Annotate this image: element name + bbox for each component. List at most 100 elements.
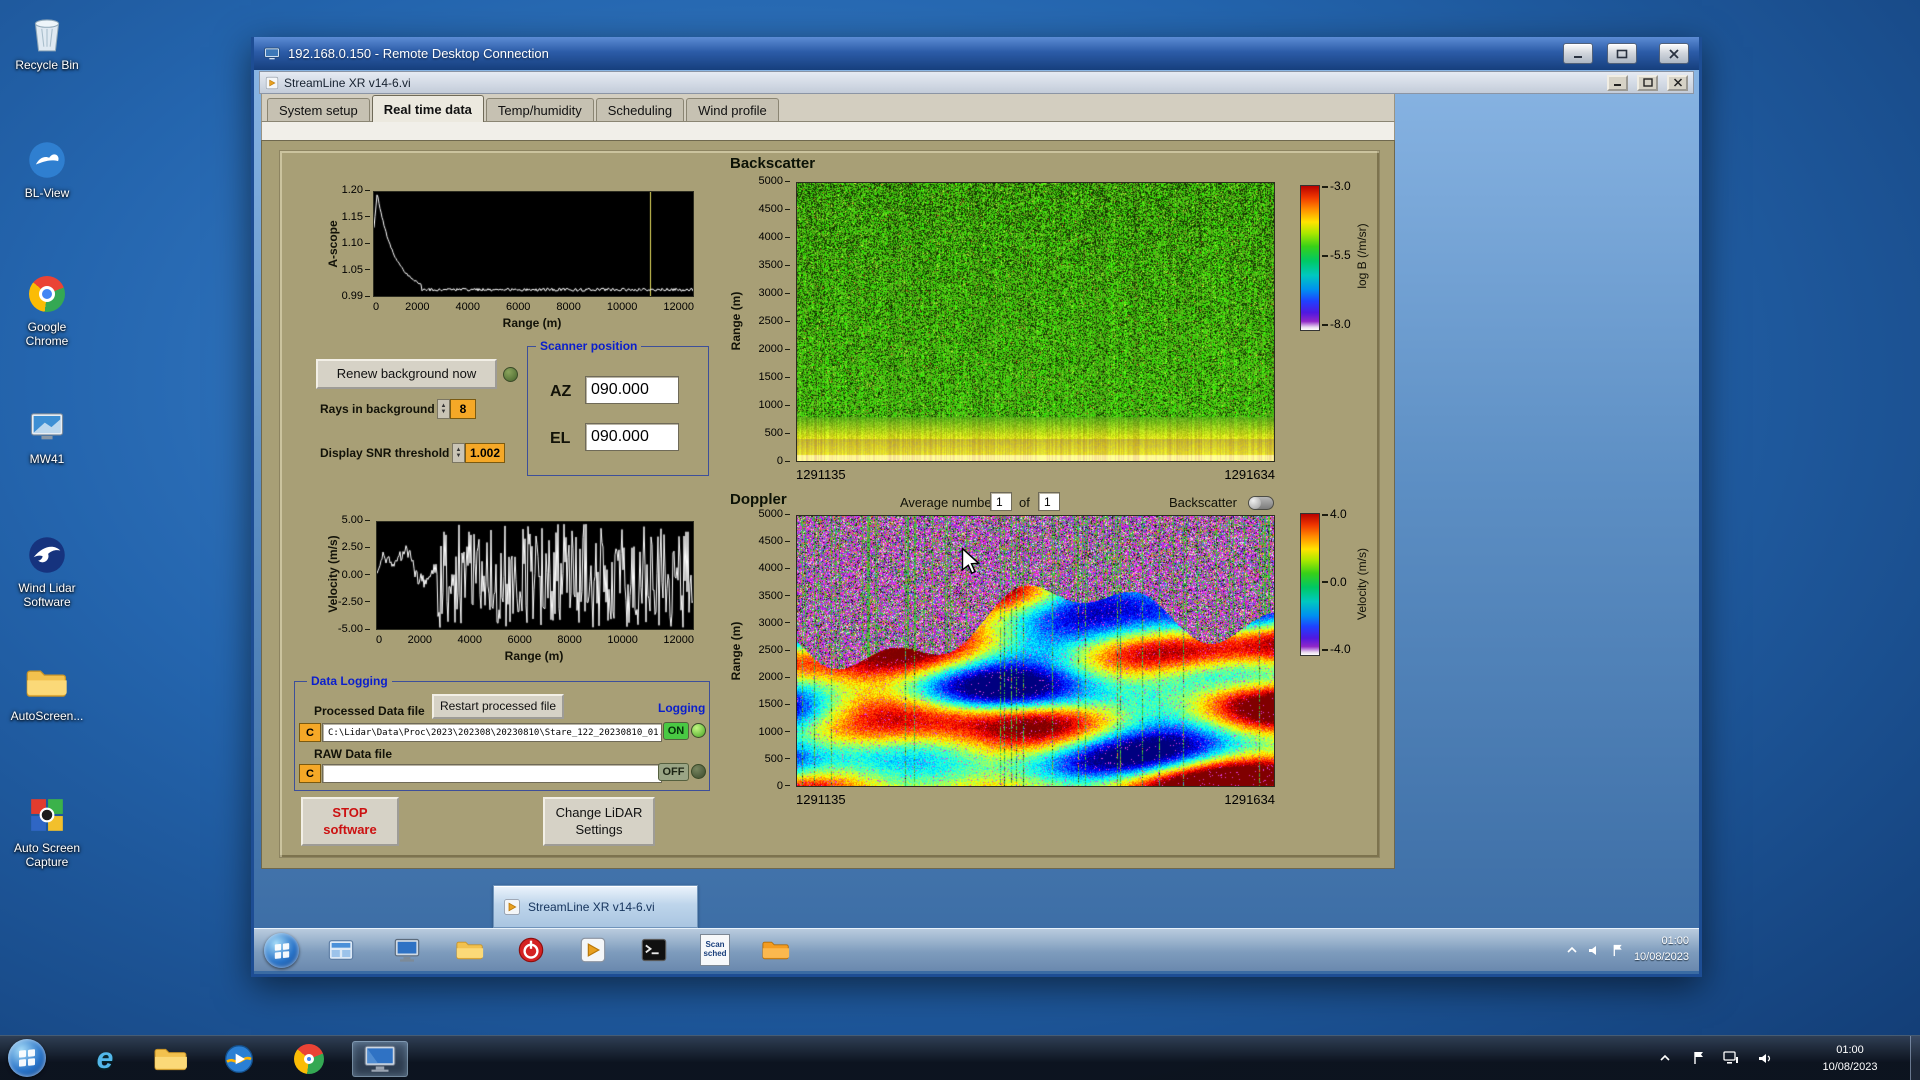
tab-wind-profile[interactable]: Wind profile [686,98,779,121]
folder-icon [26,661,68,705]
desktop-icon-recycle-bin[interactable]: Recycle Bin [0,10,94,73]
backscatter-y-tick: 4500 [759,203,790,215]
tray-volume-icon[interactable] [1756,1050,1774,1066]
windows-flag-icon [273,942,291,960]
vi-close-button[interactable] [1667,75,1688,91]
remote-quicklaunch-terminal[interactable] [637,933,671,967]
taskbar-button-streamline[interactable]: StreamLine XR v14-6.vi [493,885,698,928]
raw-path-field[interactable] [322,764,662,783]
processed-data-file-label: Processed Data file [314,704,425,718]
doppler-y-tick: 2500 [759,644,790,656]
snr-value-field[interactable]: 1.002 [465,443,505,463]
host-start-button[interactable] [8,1039,46,1077]
vi-minimize-button[interactable] [1607,75,1628,91]
vi-window-title: StreamLine XR v14-6.vi [284,76,411,90]
desktop-icon-google-chrome[interactable]: Google Chrome [0,272,94,349]
wind-lidar-icon [27,533,67,577]
restart-processed-file-button[interactable]: Restart processed file [432,694,564,719]
remote-quicklaunch-orange-folder[interactable] [759,933,793,967]
rdp-minimize-button[interactable] [1563,43,1593,64]
el-field[interactable]: 090.000 [585,423,679,451]
renew-background-button[interactable]: Renew background now [316,359,497,389]
desktop-icon-label: BL-View [25,187,69,201]
desktop-icon-bl-view[interactable]: BL-View [0,138,94,201]
show-desktop-button[interactable] [1910,1036,1920,1080]
tray-flag-icon[interactable] [1690,1050,1708,1066]
tray-flag-icon[interactable] [1612,944,1624,957]
windows-flag-icon [17,1048,37,1068]
doppler-colorbar-tick: 0.0 [1322,575,1347,589]
average-of-field[interactable]: 1 [1038,492,1060,511]
stop-software-button[interactable]: STOP software [301,797,399,846]
ascope-x-tick: 6000 [506,301,530,313]
doppler-colorbar [1300,513,1320,656]
tray-chevron-icon[interactable] [1656,1050,1674,1066]
host-clock[interactable]: 01:00 10/08/2023 [1800,1042,1900,1075]
tab-strip: System setup Real time data Temp/humidit… [261,94,1395,122]
velocity-x-tick: 4000 [458,634,482,646]
taskbar-rdp-active[interactable] [352,1041,408,1077]
vi-titlebar[interactable]: StreamLine XR v14-6.vi [259,71,1694,94]
raw-logging-led[interactable] [691,764,706,779]
remote-clock[interactable]: 01:00 10/08/2023 [1634,934,1689,966]
tray-chevron-icon[interactable] [1566,945,1578,955]
tab-real-time-data[interactable]: Real time data [372,95,484,122]
taskbar-internet-explorer[interactable]: e [82,1041,128,1077]
rdp-close-button[interactable] [1659,43,1689,64]
backscatter-y-ticks: 5000450040003500300025002000150010005000 [748,175,790,467]
taskbar-media-player[interactable] [216,1041,262,1077]
processed-drive-selector[interactable]: C [299,723,321,742]
taskbar-explorer[interactable] [148,1041,194,1077]
remote-start-button[interactable] [264,933,299,968]
tab-system-setup[interactable]: System setup [267,98,370,121]
doppler-y-tick: 1500 [759,698,790,710]
remote-quicklaunch-power[interactable] [514,933,548,967]
remote-quicklaunch-labview[interactable] [576,933,610,967]
renew-background-led[interactable] [503,367,518,382]
remote-quicklaunch-monitor[interactable] [390,933,424,967]
remote-clock-date: 10/08/2023 [1634,950,1689,966]
remote-quicklaunch-folder[interactable] [453,933,487,967]
doppler-y-tick: 4500 [759,535,790,547]
ie-icon: e [97,1042,114,1076]
backscatter-display-toggle[interactable] [1248,496,1274,510]
ascope-x-tick: 10000 [607,301,638,313]
az-field[interactable]: 090.000 [585,376,679,404]
change-lidar-settings-button[interactable]: Change LiDAR Settings [543,797,655,846]
average-number-field[interactable]: 1 [990,492,1012,511]
desktop-icon-autoscreen[interactable]: AutoScreen... [0,661,94,724]
processed-path-field[interactable]: C:\Lidar\Data\Proc\2023\202308\20230810\… [322,723,662,742]
stop-line1: STOP [332,805,367,821]
raw-drive-selector[interactable]: C [299,764,321,783]
rdp-titlebar[interactable]: 192.168.0.150 - Remote Desktop Connectio… [254,37,1699,70]
velocity-x-tick: 0 [376,634,382,646]
taskbar-chrome[interactable] [286,1041,332,1077]
ascope-y-tick: 1.05 [342,264,370,276]
tab-temp-humidity[interactable]: Temp/humidity [486,98,594,121]
az-label: AZ [550,383,571,401]
rays-spinner[interactable]: ▲▼ [437,399,450,419]
vi-maximize-button[interactable] [1637,75,1658,91]
doppler-y-tick: 500 [765,753,790,765]
desktop-icon-mw41[interactable]: MW41 [0,404,94,467]
rdp-window-icon [264,47,280,61]
doppler-colorbar-label: Velocity (m/s) [1355,529,1369,639]
tray-network-icon[interactable] [1722,1050,1740,1066]
doppler-plot [796,515,1275,787]
processed-logging-led[interactable] [691,723,706,738]
processed-logging-toggle[interactable]: ON [663,722,689,740]
rays-value-field[interactable]: 8 [450,399,476,419]
media-player-icon [223,1043,255,1075]
backscatter-y-tick: 1000 [759,399,790,411]
tray-volume-icon[interactable] [1588,944,1602,957]
desktop-icon-auto-screen-capture[interactable]: Auto Screen Capture [0,793,94,870]
tab-scheduling[interactable]: Scheduling [596,98,684,121]
raw-logging-toggle[interactable]: OFF [658,763,689,781]
ascope-y-tick: 0.99 [342,290,370,302]
rdp-maximize-button[interactable] [1607,43,1637,64]
ascope-y-tick: 1.15 [342,211,370,223]
remote-quicklaunch-scan-sched[interactable]: Scan sched [698,933,732,967]
desktop-icon-wind-lidar[interactable]: Wind Lidar Software [0,533,94,610]
snr-spinner[interactable]: ▲▼ [452,443,465,463]
remote-quicklaunch-explorer[interactable] [324,933,358,967]
